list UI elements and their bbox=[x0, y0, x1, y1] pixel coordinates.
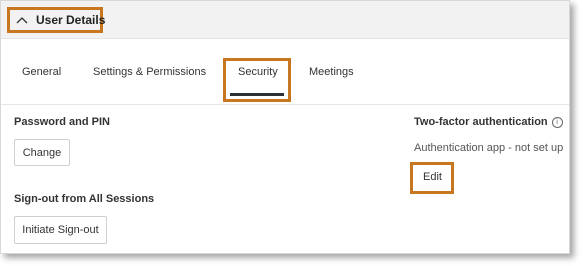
two-factor-title: Two-factor authentication i bbox=[414, 116, 563, 128]
change-password-button[interactable]: Change bbox=[14, 139, 70, 166]
tab-general[interactable]: General bbox=[22, 66, 61, 78]
screenshot-canvas: User Details General Settings & Permissi… bbox=[0, 0, 583, 266]
panel-header: User Details bbox=[1, 1, 569, 39]
active-tab-indicator bbox=[230, 93, 284, 96]
password-pin-title: Password and PIN bbox=[14, 116, 110, 128]
info-icon[interactable]: i bbox=[551, 117, 563, 128]
panel-title: User Details bbox=[36, 13, 106, 27]
tab-security[interactable]: Security bbox=[238, 66, 278, 78]
chevron-up-icon[interactable] bbox=[14, 12, 30, 28]
collapse-toggle[interactable]: User Details bbox=[7, 7, 106, 33]
edit-two-factor-button[interactable]: Edit bbox=[423, 171, 442, 183]
tab-bar: General Settings & Permissions Security … bbox=[1, 38, 569, 105]
two-factor-status: Authentication app - not set up bbox=[414, 142, 564, 154]
tab-meetings[interactable]: Meetings bbox=[309, 66, 354, 78]
signout-sessions-title: Sign-out from All Sessions bbox=[14, 193, 155, 205]
initiate-signout-button[interactable]: Initiate Sign-out bbox=[14, 216, 107, 244]
user-details-panel: User Details General Settings & Permissi… bbox=[0, 0, 570, 254]
tab-settings-permissions[interactable]: Settings & Permissions bbox=[93, 66, 206, 78]
two-factor-title-text: Two-factor authentication bbox=[414, 116, 548, 128]
